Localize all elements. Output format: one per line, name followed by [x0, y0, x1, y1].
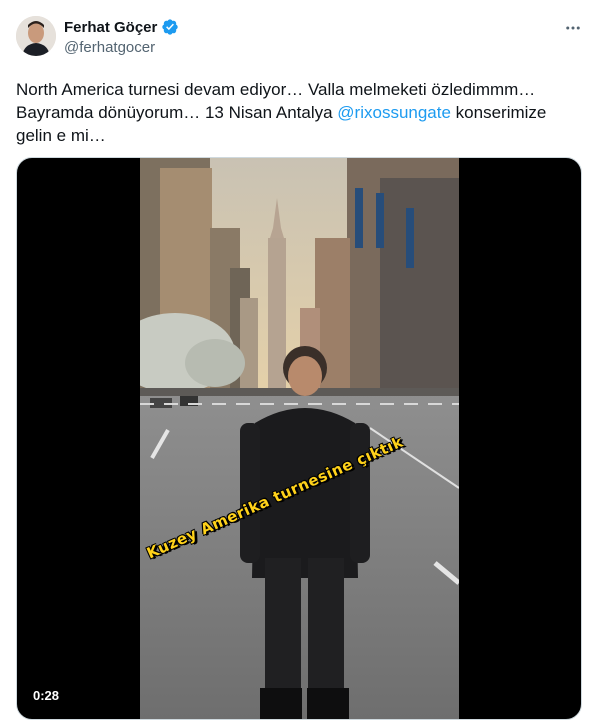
video-duration: 0:28 — [27, 686, 66, 705]
video-frame[interactable]: Kuzey Amerika turnesine çıktık — [140, 158, 459, 719]
more-horizontal-icon — [564, 19, 582, 42]
avatar-photo — [16, 16, 56, 56]
video-player[interactable]: Kuzey Amerika turnesine çıktık 0:28 — [16, 157, 582, 720]
author-display-name[interactable]: Ferhat Göçer — [64, 19, 157, 36]
more-options-button[interactable] — [561, 18, 585, 42]
mention-link[interactable]: @rixossungate — [337, 103, 451, 122]
avatar[interactable] — [16, 16, 56, 56]
video-still — [140, 158, 459, 719]
tweet-text: North America turnesi devam ediyor… Vall… — [16, 78, 576, 147]
author-handle[interactable]: @ferhatgocer — [64, 39, 155, 56]
verified-badge-icon — [161, 18, 179, 36]
